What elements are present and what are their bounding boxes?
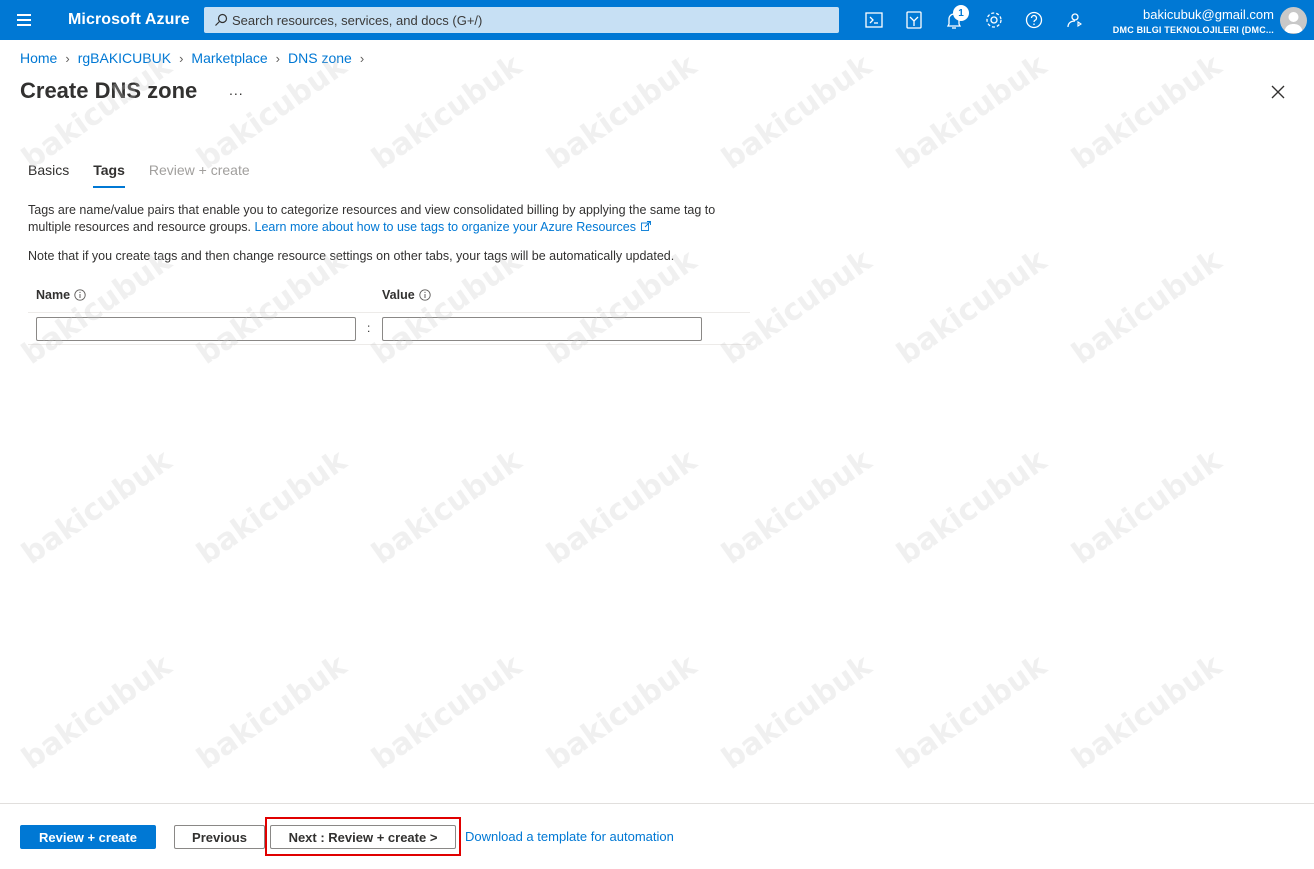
chevron-right-icon: › xyxy=(359,50,365,66)
tab-review-create: Review + create xyxy=(148,162,250,178)
tags-description: Tags are name/value pairs that enable yo… xyxy=(28,202,758,236)
watermark: bakicubuk xyxy=(715,48,879,177)
cloud-shell-icon[interactable] xyxy=(862,8,886,32)
watermark: bakicubuk xyxy=(365,48,529,177)
divider xyxy=(28,344,750,345)
search-box[interactable] xyxy=(204,7,839,33)
info-icon[interactable] xyxy=(419,289,431,301)
tab-basics[interactable]: Basics xyxy=(28,162,69,188)
page-title: Create DNS zone xyxy=(20,78,198,103)
tab-tags[interactable]: Tags xyxy=(93,162,125,188)
notification-badge: 1 xyxy=(953,5,969,21)
watermark: bakicubuk xyxy=(715,243,879,372)
tag-name-input[interactable] xyxy=(36,317,356,341)
chevron-right-icon: › xyxy=(179,50,184,66)
divider xyxy=(28,312,750,313)
more-options-icon[interactable]: ... xyxy=(229,82,244,98)
watermark: bakicubuk xyxy=(1065,243,1229,372)
watermark: bakicubuk xyxy=(540,648,704,777)
chevron-right-icon: › xyxy=(65,50,70,66)
watermark: bakicubuk xyxy=(190,648,354,777)
feedback-icon[interactable] xyxy=(1062,8,1086,32)
watermark: bakicubuk xyxy=(890,243,1054,372)
watermark: bakicubuk xyxy=(190,48,354,177)
tags-note: Note that if you create tags and then ch… xyxy=(28,249,675,263)
brand-title[interactable]: Microsoft Azure xyxy=(68,11,190,29)
breadcrumb-dns-zone[interactable]: DNS zone xyxy=(288,50,352,66)
value-header-label: Value xyxy=(382,288,415,302)
watermark: bakicubuk xyxy=(15,443,179,572)
watermark: bakicubuk xyxy=(190,443,354,572)
menu-icon[interactable] xyxy=(12,10,36,30)
breadcrumb-marketplace[interactable]: Marketplace xyxy=(191,50,267,66)
learn-more-link[interactable]: Learn more about how to use tags to orga… xyxy=(255,220,652,234)
watermark: bakicubuk xyxy=(365,443,529,572)
account-email[interactable]: bakicubuk@gmail.com xyxy=(1143,7,1274,22)
previous-button[interactable]: Previous xyxy=(174,825,265,849)
chevron-right-icon: › xyxy=(275,50,281,66)
review-create-button[interactable]: Review + create xyxy=(20,825,156,849)
watermark: bakicubuk xyxy=(540,48,704,177)
breadcrumb-home[interactable]: Home xyxy=(20,50,57,66)
watermark: bakicubuk xyxy=(1065,648,1229,777)
watermark: bakicubuk xyxy=(365,648,529,777)
name-column-header: Name xyxy=(36,288,86,302)
settings-icon[interactable] xyxy=(982,8,1006,32)
breadcrumb-resource-group[interactable]: rgBAKICUBUK xyxy=(78,50,171,66)
search-input[interactable] xyxy=(232,7,832,33)
watermark: bakicubuk xyxy=(890,48,1054,177)
tag-separator: : xyxy=(367,321,371,335)
breadcrumb: Home › rgBAKICUBUK › Marketplace › DNS z… xyxy=(20,50,372,66)
download-template-link[interactable]: Download a template for automation xyxy=(465,829,674,844)
watermark: bakicubuk xyxy=(890,443,1054,572)
watermark: bakicubuk xyxy=(715,648,879,777)
search-icon xyxy=(215,13,228,26)
watermark: bakicubuk xyxy=(1065,443,1229,572)
next-review-create-button[interactable]: Next : Review + create > xyxy=(270,825,456,849)
value-column-header: Value xyxy=(382,288,431,302)
watermark: bakicubuk xyxy=(15,48,179,177)
footer-divider xyxy=(0,803,1314,804)
info-icon[interactable] xyxy=(74,289,86,301)
watermark: bakicubuk xyxy=(715,443,879,572)
learn-more-link-text: Learn more about how to use tags to orga… xyxy=(254,220,636,234)
watermark: bakicubuk xyxy=(1065,48,1229,177)
help-icon[interactable] xyxy=(1022,8,1046,32)
watermark: bakicubuk xyxy=(15,648,179,777)
name-header-label: Name xyxy=(36,288,71,302)
tag-value-input[interactable] xyxy=(382,317,702,341)
watermark: bakicubuk xyxy=(540,443,704,572)
watermark: bakicubuk xyxy=(890,648,1054,777)
wizard-tabs: Basics Tags Review + create xyxy=(28,162,274,188)
close-icon[interactable] xyxy=(1268,82,1288,102)
external-link-icon xyxy=(641,221,652,231)
account-directory[interactable]: DMC BILGI TEKNOLOJILERI (DMC... xyxy=(1113,25,1274,35)
top-bar: Microsoft Azure 1 bakicubuk@gmail.com DM… xyxy=(0,0,1314,40)
avatar[interactable] xyxy=(1280,7,1307,34)
directory-filter-icon[interactable] xyxy=(902,8,926,32)
